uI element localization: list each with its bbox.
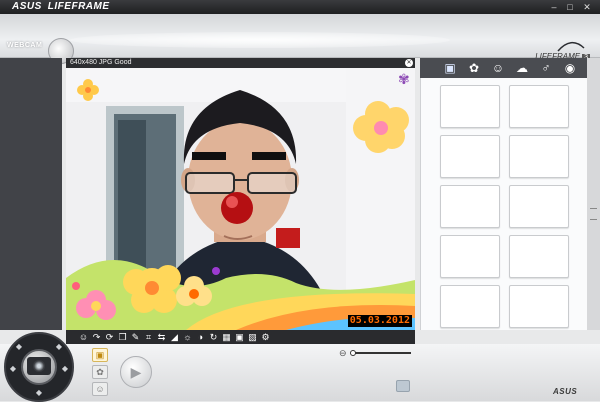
photo-mode-icon[interactable]: ▣ <box>92 348 108 362</box>
scrollbar-grip[interactable] <box>590 208 597 220</box>
thumbnail-slot[interactable] <box>440 235 500 278</box>
title-bar: ASUS LIFEFRAME – □ ✕ <box>0 0 600 14</box>
dial-mode-icon[interactable]: ◆ <box>60 364 70 374</box>
zoom-handle[interactable] <box>350 350 356 356</box>
zoom-slider[interactable]: ⊖ <box>339 348 413 358</box>
camera-lens-icon <box>33 360 45 372</box>
face-tab-icon[interactable]: ☺ <box>490 61 506 75</box>
rotate-icon[interactable]: ⟳ <box>104 332 115 343</box>
mode-label: WEBCAM <box>7 42 43 49</box>
asus-brand-label: ASUS <box>12 1 42 12</box>
app-header: WEBCAM LIFEFRAME3 <box>0 14 600 64</box>
bottom-bar <box>0 344 600 401</box>
frame-tab-icon[interactable]: ☁ <box>514 61 530 75</box>
maximize-button[interactable]: □ <box>563 1 577 13</box>
app-brand: ASUS LIFEFRAME <box>12 1 110 12</box>
thumbnail-slot[interactable] <box>509 85 569 128</box>
thumbnail-slot[interactable] <box>509 285 569 328</box>
lifeframe-logo-icon <box>557 42 585 52</box>
edit-toolbar: ☺ ↷ ⟳ ❐ ✎ ⌗ ⇆ ◢ ☼ ◑ ↻ ▦ ▣ ▧ ⚙ <box>66 330 415 344</box>
scrollbar[interactable] <box>587 58 600 330</box>
zoom-out-icon[interactable]: ⊖ <box>339 348 347 358</box>
play-button[interactable]: ▶ <box>120 356 152 388</box>
thumbnail-slot[interactable] <box>440 285 500 328</box>
sun-icon[interactable]: ☼ <box>182 332 193 343</box>
webcam-preview: ✾ 05.03.2012 <box>66 68 415 330</box>
crop-icon[interactable]: ⌗ <box>143 332 154 343</box>
microphone-tab-icon[interactable]: ♂ <box>538 61 554 75</box>
export-icon[interactable] <box>396 380 410 392</box>
contrast-icon[interactable]: ◑ <box>195 332 206 343</box>
preview-close-icon[interactable]: ✕ <box>405 59 413 67</box>
webcam-image: ✾ <box>66 68 415 330</box>
dial-mode-icon[interactable]: ◆ <box>54 342 64 352</box>
thumbnail-slot[interactable] <box>440 85 500 128</box>
settings-icon[interactable]: ⚙ <box>260 332 271 343</box>
cursor-icon[interactable]: ↷ <box>91 332 102 343</box>
close-button[interactable]: ✕ <box>580 1 594 13</box>
asus-footer-logo: ASUS <box>553 387 578 396</box>
effects-mode-icon[interactable]: ✿ <box>92 365 108 379</box>
dial-mode-icon[interactable]: ◆ <box>14 342 24 352</box>
thumbnail-slot[interactable] <box>440 135 500 178</box>
thumbnail-slot[interactable] <box>509 185 569 228</box>
face-mode-icon[interactable]: ☺ <box>92 382 108 396</box>
thumbnail-slot[interactable] <box>509 135 569 178</box>
app-name-label: LIFEFRAME <box>47 1 110 12</box>
panel-tabs: ▣ ✿ ☺ ☁ ♂ ◉ <box>420 58 587 78</box>
flower-tab-icon[interactable]: ✿ <box>466 61 482 75</box>
eye-tab-icon[interactable]: ◉ <box>562 61 578 75</box>
zoom-track[interactable] <box>351 352 411 354</box>
person-icon[interactable]: ☺ <box>78 332 89 343</box>
dial-mode-icon[interactable]: ◆ <box>34 388 44 398</box>
triangle-icon[interactable]: ◢ <box>169 332 180 343</box>
thumbnail-slot[interactable] <box>509 235 569 278</box>
camera-tab-icon[interactable]: ▣ <box>442 61 458 75</box>
frames-icon[interactable]: ❐ <box>117 332 128 343</box>
svg-text:✾: ✾ <box>398 72 410 88</box>
thumbnail-panel <box>420 78 587 330</box>
refresh-icon[interactable]: ↻ <box>208 332 219 343</box>
minimize-button[interactable]: – <box>547 1 561 13</box>
grid-icon[interactable]: ▦ <box>221 332 232 343</box>
thumbnail-slot[interactable] <box>440 185 500 228</box>
mirror-icon[interactable]: ⇆ <box>156 332 167 343</box>
pencil-icon[interactable]: ✎ <box>130 332 141 343</box>
resolution-label: 640x480 JPG Good <box>70 59 132 66</box>
picture-icon[interactable]: ▧ <box>247 332 258 343</box>
timestamp-label: 05.03.2012 <box>347 315 412 327</box>
camera-icon[interactable]: ▣ <box>234 332 245 343</box>
preview-header: 640x480 JPG Good ✕ <box>66 58 415 68</box>
header-decoration <box>70 32 450 48</box>
dial-mode-icon[interactable]: ◆ <box>8 364 18 374</box>
left-margin <box>0 58 62 330</box>
